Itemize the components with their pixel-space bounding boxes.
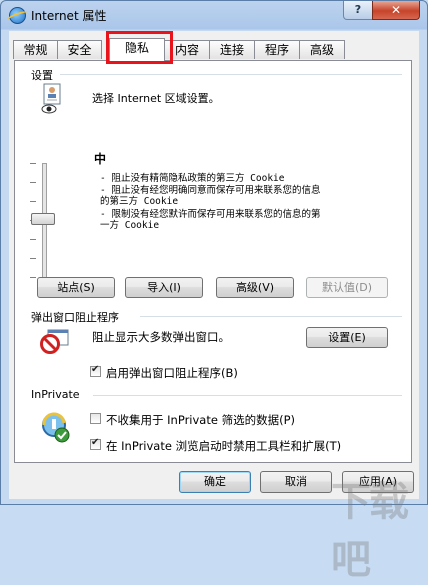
popup-group-line [140, 316, 402, 317]
slider-tick [30, 258, 36, 259]
advanced-button[interactable]: 高级(V) [216, 277, 294, 298]
popup-blocker-icon [40, 329, 70, 355]
cancel-button[interactable]: 取消 [260, 471, 332, 493]
ok-button[interactable]: 确定 [179, 471, 251, 493]
import-button[interactable]: 导入(I) [125, 277, 203, 298]
inprivate-group-line [93, 395, 402, 396]
privacy-description-line: - 阻止没有精简隐私政策的第三方 Cookie [100, 173, 285, 184]
privacy-description-line: 的第三方 Cookie [100, 196, 179, 207]
privacy-description-line: 一方 Cookie [100, 220, 160, 231]
privacy-tab-highlight-box [106, 31, 173, 64]
settings-group-line [60, 74, 402, 75]
privacy-document-eye-icon [41, 83, 65, 115]
slider-tick [30, 277, 36, 278]
inprivate-disable-toolbars-label[interactable]: 在 InPrivate 浏览启动时禁用工具栏和扩展(T) [106, 438, 341, 454]
settings-group-label: 设置 [31, 67, 57, 83]
close-button[interactable]: ✕ [372, 1, 420, 20]
privacy-panel: 设置 选择 Internet 区域设置。 中 - 阻止没有精简隐私政策的第三方 … [14, 60, 412, 463]
privacy-level: 中 [94, 152, 107, 166]
inprivate-filter-label[interactable]: 不收集用于 InPrivate 筛选的数据(P) [106, 412, 295, 428]
dialog-client-area: 常规 安全 隐私 内容 连接 程序 高级 设置 选择 Internet 区域设置… [9, 31, 419, 583]
popup-settings-button[interactable]: 设置(E) [306, 327, 388, 348]
privacy-slider-thumb[interactable] [31, 213, 55, 225]
tab-programs[interactable]: 程序 [254, 40, 300, 59]
slider-tick [30, 201, 36, 202]
popup-description: 阻止显示大多数弹出窗口。 [92, 330, 230, 344]
slider-tick [30, 163, 36, 164]
slider-tick [30, 182, 36, 183]
default-button: 默认值(D) [306, 277, 388, 298]
window-title: Internet 属性 [31, 9, 107, 23]
help-button[interactable]: ? [343, 1, 373, 20]
popup-group-label: 弹出窗口阻止程序 [31, 309, 123, 325]
enable-popup-blocker-checkbox[interactable] [90, 364, 101, 377]
inprivate-group-label: InPrivate [31, 388, 84, 401]
tab-general[interactable]: 常规 [13, 40, 58, 59]
inprivate-icon [40, 411, 72, 443]
title-bar[interactable]: Internet 属性 ? ✕ [1, 1, 427, 29]
sites-button[interactable]: 站点(S) [37, 277, 115, 298]
privacy-description-line: - 阻止没有经您明确同意而保存可用来联系您的信息 [100, 185, 321, 196]
tab-connections[interactable]: 连接 [209, 40, 255, 59]
slider-tick [30, 239, 36, 240]
watermark-text: 下载吧 [331, 479, 409, 583]
zone-instruction: 选择 Internet 区域设置。 [92, 92, 220, 105]
enable-popup-blocker-label[interactable]: 启用弹出窗口阻止程序(B) [106, 365, 238, 381]
inprivate-filter-checkbox[interactable] [90, 413, 101, 424]
inprivate-disable-toolbars-checkbox[interactable] [90, 437, 101, 450]
tab-security[interactable]: 安全 [57, 40, 102, 59]
privacy-description-line: - 限制没有经您默许而保存可用来联系您的信息的第 [100, 209, 321, 220]
internet-explorer-icon [9, 7, 26, 24]
tab-advanced[interactable]: 高级 [299, 40, 345, 59]
internet-properties-window: Internet 属性 ? ✕ 常规 安全 隐私 内容 连接 程序 高级 设置 [0, 0, 428, 583]
